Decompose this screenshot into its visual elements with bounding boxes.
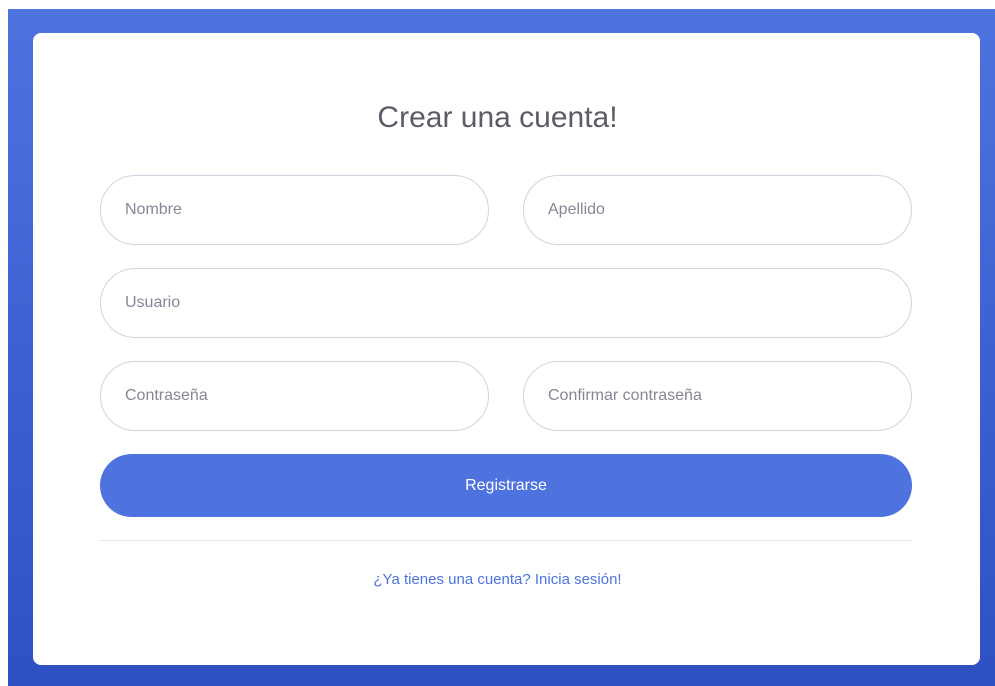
divider xyxy=(100,540,912,541)
confirm-password-input[interactable] xyxy=(548,387,911,405)
last-name-input[interactable] xyxy=(548,201,911,219)
password-field[interactable] xyxy=(100,361,489,431)
password-input[interactable] xyxy=(125,387,488,405)
login-link[interactable]: ¿Ya tienes una cuenta? Inicia sesión! xyxy=(0,571,995,588)
first-name-field[interactable] xyxy=(100,175,489,245)
confirm-password-field[interactable] xyxy=(523,361,912,431)
first-name-input[interactable] xyxy=(125,201,488,219)
username-field[interactable] xyxy=(100,268,912,338)
register-button[interactable]: Registrarse xyxy=(100,454,912,517)
last-name-field[interactable] xyxy=(523,175,912,245)
username-input[interactable] xyxy=(125,294,911,312)
page-title: Crear una cuenta! xyxy=(377,101,618,134)
